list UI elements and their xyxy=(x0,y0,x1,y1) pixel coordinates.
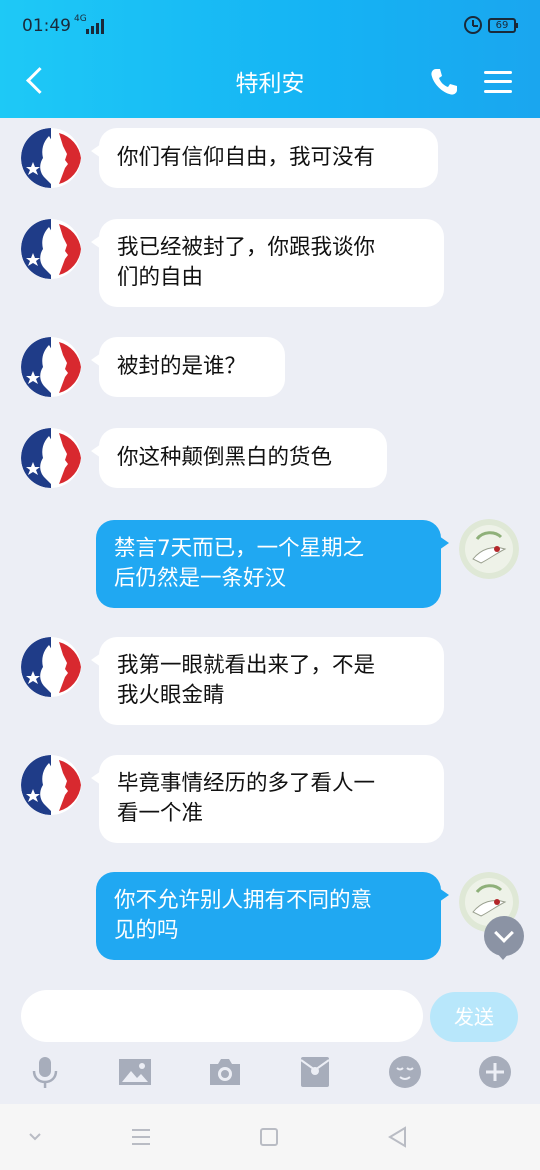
app-header: 01:49 4G 69 特利安 xyxy=(0,0,540,118)
message-bubble[interactable]: 我已经被封了，你跟我谈你 们的自由 xyxy=(91,219,444,307)
send-button[interactable]: 发送 xyxy=(430,992,518,1042)
contact-avatar[interactable] xyxy=(21,337,81,397)
signal-icon xyxy=(80,18,106,34)
alarm-icon xyxy=(464,16,482,34)
plus-icon[interactable] xyxy=(477,1054,513,1090)
message-bubble[interactable]: 毕竟事情经历的多了看人一 看一个准 xyxy=(91,755,444,843)
chevron-down-icon[interactable] xyxy=(22,1124,48,1150)
message-input[interactable] xyxy=(21,990,423,1042)
my-avatar[interactable] xyxy=(459,519,519,579)
message-text: 被封的是谁？ xyxy=(117,354,247,379)
message-text: 我已经被封了，你跟我谈你 xyxy=(117,235,376,260)
status-bar: 01:49 4G 69 xyxy=(0,0,540,52)
message-text: 你这种颠倒黑白的货色 xyxy=(117,445,333,470)
message-text: 我火眼金睛 xyxy=(117,683,225,708)
contact-avatar[interactable] xyxy=(21,219,81,279)
message-text: 们的自由 xyxy=(117,265,204,290)
message-text: 毕竟事情经历的多了看人一 xyxy=(117,771,376,796)
message-bubble[interactable]: 我第一眼就看出来了，不是 我火眼金睛 xyxy=(91,637,444,725)
composer: 发送 xyxy=(0,980,540,1104)
contact-avatar[interactable] xyxy=(21,637,81,697)
message-text: 见的吗 xyxy=(114,918,179,943)
nav-bar: 特利安 xyxy=(0,52,540,118)
emoji-icon[interactable] xyxy=(387,1054,423,1090)
message-text: 看一个准 xyxy=(117,801,204,826)
scroll-to-bottom-button[interactable] xyxy=(484,916,524,960)
contact-avatar[interactable] xyxy=(21,128,81,188)
image-icon[interactable] xyxy=(117,1054,153,1090)
red-envelope-icon[interactable] xyxy=(297,1054,333,1090)
message-list[interactable]: 你们有信仰自由，我可没有 我已经被封了，你跟我谈你 们的自由 被封的是谁？ 你这… xyxy=(0,118,540,980)
menu-icon[interactable] xyxy=(484,68,512,96)
status-time: 01:49 xyxy=(22,16,71,36)
message-bubble[interactable]: 你们有信仰自由，我可没有 xyxy=(91,128,438,188)
message-bubble[interactable]: 你这种颠倒黑白的货色 xyxy=(91,428,387,488)
camera-icon[interactable] xyxy=(207,1054,243,1090)
message-bubble[interactable]: 禁言7天而已，一个星期之 后仍然是一条好汉 xyxy=(96,520,449,608)
contact-avatar[interactable] xyxy=(21,428,81,488)
message-bubble[interactable]: 被封的是谁？ xyxy=(91,337,285,397)
system-nav-bar xyxy=(0,1104,540,1170)
message-text: 我第一眼就看出来了，不是 xyxy=(117,653,376,678)
message-text: 后仍然是一条好汉 xyxy=(114,566,287,591)
battery-icon: 69 xyxy=(488,18,518,33)
back-triangle-icon[interactable] xyxy=(385,1124,411,1150)
home-square-icon[interactable] xyxy=(256,1124,282,1150)
message-text: 你不允许别人拥有不同的意 xyxy=(114,888,373,913)
menu-lines-icon[interactable] xyxy=(128,1124,154,1150)
message-text: 禁言7天而已，一个星期之 xyxy=(114,536,365,561)
message-text: 你们有信仰自由，我可没有 xyxy=(117,145,376,170)
phone-call-icon[interactable] xyxy=(428,66,460,98)
message-bubble[interactable]: 你不允许别人拥有不同的意 见的吗 xyxy=(96,872,449,960)
contact-avatar[interactable] xyxy=(21,755,81,815)
microphone-icon[interactable] xyxy=(27,1054,63,1090)
